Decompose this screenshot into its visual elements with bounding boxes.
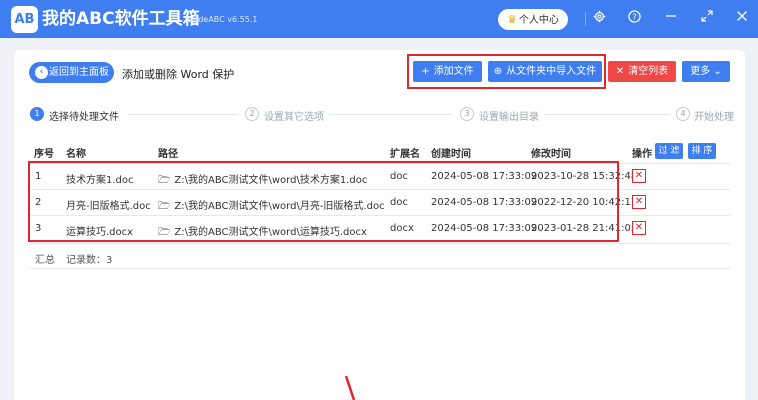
titlebar-divider (585, 12, 586, 26)
chevron-left-icon: ‹ (35, 66, 48, 79)
delete-row-icon[interactable]: ✕ (632, 169, 646, 183)
title-bar: AB 我的ABC软件工具箱 WodeABC v6.55.1 ♛ 个人中心 ? (0, 0, 758, 38)
step-3-label: 设置输出目录 (479, 112, 539, 123)
table-header: 序号 名称 路径 扩展名 创建时间 修改时间 操作 过 滤 排 序 (29, 139, 730, 163)
more-label: 更多 (690, 66, 711, 77)
svg-text:?: ? (632, 12, 636, 22)
filter-button[interactable]: 过 滤 (655, 143, 683, 159)
crown-icon: ♛ (507, 13, 517, 26)
plus-icon: + (421, 66, 430, 77)
clear-list-button[interactable]: ✕ 清空列表 (608, 61, 676, 82)
summary-row: 汇总 记录数：3 (29, 243, 730, 269)
header-index: 序号 (34, 149, 54, 160)
clear-list-label: 清空列表 (628, 66, 669, 77)
header-ext: 扩展名 (390, 149, 420, 160)
import-folder-button[interactable]: ⊕ 从文件夹中导入文件 (488, 61, 602, 82)
highlight-box-rows (28, 161, 619, 242)
app-logo: AB (11, 6, 38, 33)
delete-row-icon[interactable]: ✕ (632, 195, 646, 209)
delete-row-icon[interactable]: ✕ (632, 221, 646, 235)
step-2-dot: 2 (245, 107, 259, 121)
step-1-label: 选择待处理文件 (49, 112, 119, 123)
header-name: 名称 (66, 149, 86, 160)
step-1-dot: 1 (30, 107, 44, 121)
back-to-main-button[interactable]: ‹ 返回到主面板 (29, 62, 114, 83)
x-icon: ✕ (615, 66, 625, 77)
header-path: 路径 (158, 149, 178, 160)
header-modified: 修改时间 (531, 149, 571, 160)
close-icon[interactable] (734, 10, 750, 28)
step-2-label: 设置其它选项 (264, 112, 324, 123)
step-connector (128, 114, 238, 115)
plus-circle-icon: ⊕ (493, 66, 503, 77)
step-connector (545, 114, 670, 115)
record-count: 记录数：3 (66, 255, 113, 266)
add-file-button[interactable]: + 添加文件 (413, 61, 482, 82)
app-version: WodeABC v6.55.1 (186, 15, 258, 24)
import-folder-label: 从文件夹中导入文件 (506, 66, 597, 77)
page-title: 添加或删除 Word 保护 (122, 68, 235, 81)
app-title: 我的ABC软件工具箱 (42, 9, 200, 29)
step-3-dot: 3 (460, 107, 474, 121)
chevron-down-icon: ⌄ (713, 66, 722, 77)
user-center-label: 个人中心 (518, 15, 559, 26)
minimize-icon[interactable] (663, 10, 679, 28)
step-4-label: 开始处理 (694, 112, 734, 123)
header-created: 创建时间 (431, 149, 471, 160)
red-arrow-icon (344, 376, 356, 400)
sort-button[interactable]: 排 序 (688, 143, 716, 159)
more-button[interactable]: 更多 ⌄ (682, 61, 730, 82)
header-action: 操作 (632, 149, 652, 160)
step-connector (330, 114, 452, 115)
user-center-button[interactable]: ♛ 个人中心 (498, 9, 568, 30)
help-icon[interactable]: ? (626, 10, 642, 28)
back-label: 返回到主面板 (49, 67, 109, 78)
maximize-icon[interactable] (699, 10, 715, 28)
step-4-dot: 4 (676, 107, 690, 121)
summary-label: 汇总 (35, 255, 55, 266)
step-progress: 1 选择待处理文件 2 设置其它选项 3 设置输出目录 4 开始处理 (0, 106, 758, 124)
settings-icon[interactable] (591, 10, 607, 28)
add-file-label: 添加文件 (433, 66, 474, 77)
